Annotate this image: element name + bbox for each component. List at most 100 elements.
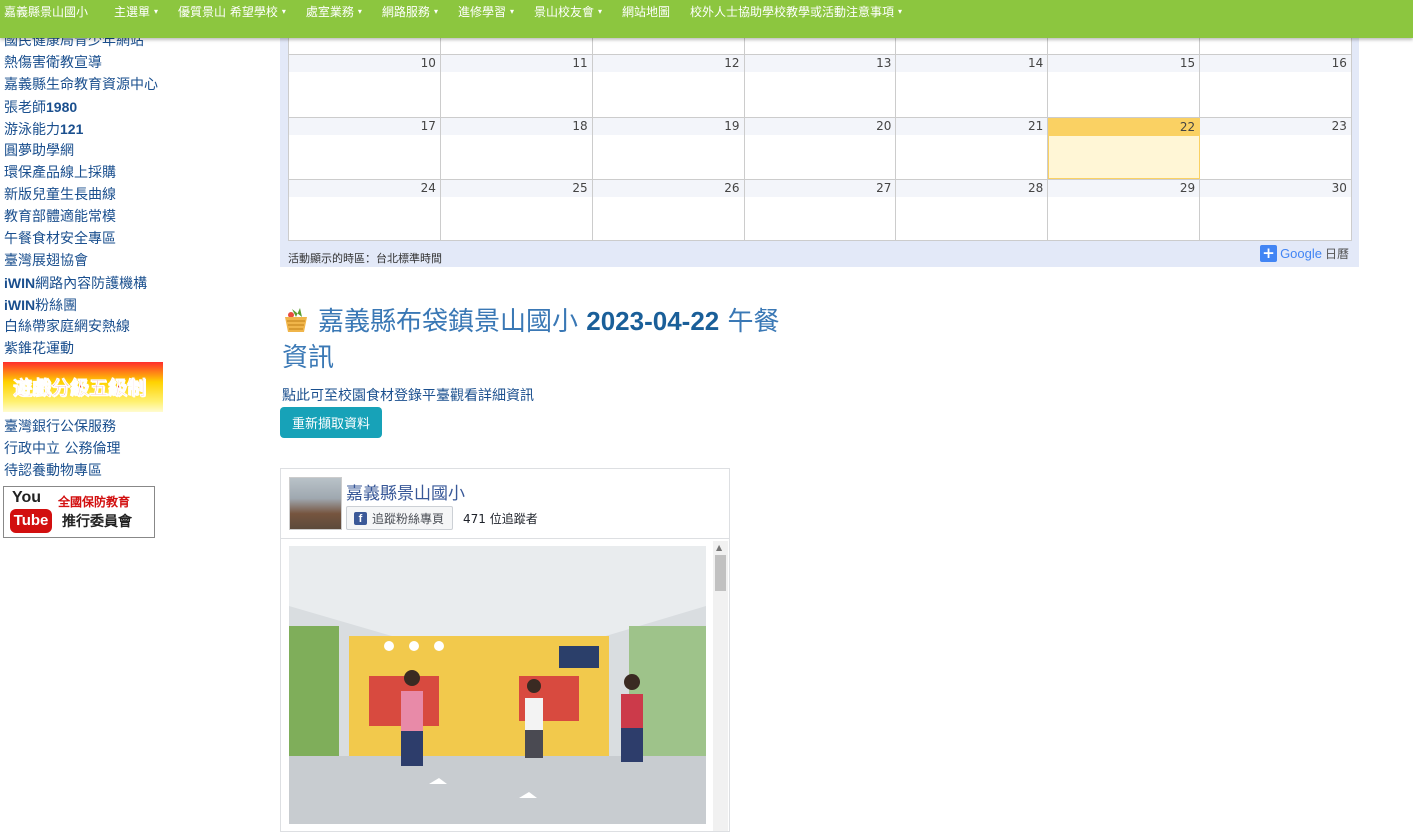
calendar-day-number: 15 xyxy=(1048,55,1200,72)
sidebar-link[interactable]: 紫錐花運動 xyxy=(0,338,270,360)
calendar-day[interactable]: 17 xyxy=(289,118,441,179)
game-rating-banner-text: 遊戲分級五級制 xyxy=(13,377,147,400)
sidebar-link[interactable]: iWIN網路內容防護機構 xyxy=(0,272,270,294)
nav-item-3[interactable]: 網路服務 ▾ xyxy=(372,0,448,24)
sidebar-link-number: 121 xyxy=(60,121,84,137)
google-calendar-button[interactable]: + Google 日曆 xyxy=(1260,245,1349,262)
calendar-timezone-note: 活動顯示的時區：台北標準時間 xyxy=(288,252,442,265)
sidebar-link[interactable]: 臺灣銀行公保服務 xyxy=(0,416,270,438)
sidebar-link-prefix: iWIN xyxy=(4,297,36,313)
top-navbar: 嘉義縣景山國小 主選單 ▾ 優質景山 希望學校 ▾ 處室業務 ▾ 網路服務 ▾ 進修學習 ▾ 景山校… xyxy=(0,0,1413,38)
calendar-day-number: 11 xyxy=(440,55,592,72)
calendar-day[interactable]: 25 xyxy=(440,180,593,240)
calendar-day[interactable]: 14 xyxy=(896,55,1049,117)
refresh-data-button[interactable]: 重新擷取資料 xyxy=(280,407,382,438)
nav-item-label: 景山校友會 xyxy=(533,4,594,19)
calendar-day-number: 25 xyxy=(440,180,592,197)
calendar-day-number: 21 xyxy=(896,118,1048,135)
calendar-day[interactable]: 26 xyxy=(592,180,745,240)
calendar-day-number: 12 xyxy=(592,55,744,72)
facebook-icon: f xyxy=(354,511,367,525)
sidebar-link[interactable]: 臺灣展翅協會 xyxy=(0,250,270,272)
calendar-day[interactable]: 11 xyxy=(440,55,593,117)
calendar-day[interactable]: 10 xyxy=(289,55,441,117)
scroll-up-icon[interactable]: ▲ xyxy=(716,543,722,552)
calendar-day[interactable]: 24 xyxy=(289,180,441,240)
nav-item-0[interactable]: 主選單 ▾ xyxy=(104,0,168,24)
chevron-down-icon: ▾ xyxy=(433,7,438,17)
sidebar-link-label: 圓夢助學網 xyxy=(4,143,74,159)
sidebar-link-label: 環保產品線上採購 xyxy=(4,165,116,181)
facebook-post-photo[interactable] xyxy=(289,546,706,824)
nav-menu: 主選單 ▾ 優質景山 希望學校 ▾ 處室業務 ▾ 網路服務 ▾ 進修學習 ▾ 景山校友會 ▾ 網站地圖校… xyxy=(104,5,912,32)
sidebar-link[interactable]: 教育部體適能常模 xyxy=(0,206,270,228)
sidebar-link[interactable]: 環保產品線上採購 xyxy=(0,162,270,184)
sidebar-link-prefix: iWIN xyxy=(4,275,36,291)
food-platform-link[interactable]: 點此可至校園食材登錄平臺觀看詳細資訊 xyxy=(282,385,534,405)
youtube-banner[interactable]: You Tube 全國保防教育 推行委員會 xyxy=(3,486,155,538)
calendar-day[interactable]: 23 xyxy=(1200,118,1352,179)
sidebar-link[interactable]: 張老師1980 xyxy=(0,96,270,118)
sidebar-link[interactable]: iWIN粉絲團 xyxy=(0,294,270,316)
calendar-day[interactable]: 30 xyxy=(1200,180,1352,240)
facebook-page-widget: 嘉義縣景山國小 f 追蹤粉絲專頁 471 位追蹤者 ▲ xyxy=(280,468,730,832)
calendar-day-number: 26 xyxy=(592,180,744,197)
nav-item-1[interactable]: 優質景山 希望學校 ▾ xyxy=(168,0,296,24)
site-brand[interactable]: 嘉義縣景山國小 xyxy=(4,0,104,24)
sidebar-link-label: 游泳能力 xyxy=(4,122,60,138)
calendar-day-number: 22 xyxy=(1049,119,1200,136)
basket-icon xyxy=(285,308,307,332)
follow-page-button[interactable]: f 追蹤粉絲專頁 xyxy=(346,506,454,530)
calendar-week-row: 10 11 12 13 14 15 16 xyxy=(289,55,1352,118)
calendar-week-row: 24 25 26 27 28 29 30 xyxy=(289,180,1352,241)
calendar-day-number: 18 xyxy=(440,118,592,135)
calendar-day[interactable]: 21 xyxy=(896,118,1049,179)
calendar-day[interactable]: 13 xyxy=(744,55,897,117)
game-rating-banner[interactable]: 遊戲分級五級制 xyxy=(3,362,163,412)
sidebar-links: 國民健康局青少年網站 熱傷害衛教宣導 嘉義縣生命教育資源中心 張老師1980 游泳能力1… xyxy=(0,30,270,360)
sidebar: 國民健康局青少年網站 熱傷害衛教宣導 嘉義縣生命教育資源中心 張老師1980 游泳能力1… xyxy=(0,30,270,538)
scrollbar-thumb[interactable] xyxy=(715,555,726,591)
sidebar-link[interactable]: 熱傷害衛教宣導 xyxy=(0,52,270,74)
calendar-day-number: 29 xyxy=(1048,180,1200,197)
calendar-day[interactable]: 27 xyxy=(744,180,897,240)
sidebar-link[interactable]: 嘉義縣生命教育資源中心 xyxy=(0,74,270,96)
calendar-day-number: 13 xyxy=(744,55,896,72)
nav-item-4[interactable]: 進修學習 ▾ xyxy=(448,0,524,24)
calendar-day[interactable]: 28 xyxy=(896,180,1049,240)
calendar-day[interactable]: 12 xyxy=(592,55,745,117)
nav-item-label: 網站地圖 xyxy=(622,4,671,19)
calendar-day[interactable]: 19 xyxy=(592,118,745,179)
sidebar-link-label: 臺灣銀行公保服務 xyxy=(4,419,116,435)
calendar-day[interactable]: 20 xyxy=(744,118,897,179)
sidebar-link-number: 1980 xyxy=(46,99,78,115)
nav-item-7[interactable]: 校外人士協助學校教學或活動注意事項 ▾ xyxy=(680,0,912,24)
chevron-down-icon: ▾ xyxy=(509,7,514,17)
sidebar-link[interactable]: 行政中立 公務倫理 xyxy=(0,438,270,460)
youtube-banner-line1: 全國保防教育 xyxy=(58,495,131,509)
calendar-day[interactable]: 29 xyxy=(1048,180,1201,240)
calendar-day-number: 20 xyxy=(744,118,896,135)
chevron-down-icon: ▾ xyxy=(357,7,362,17)
sidebar-link[interactable]: 游泳能力121 xyxy=(0,118,270,140)
nav-item-5[interactable]: 景山校友會 ▾ xyxy=(524,0,612,24)
calendar-day[interactable]: 16 xyxy=(1200,55,1352,117)
sidebar-link[interactable]: 待認養動物專區 xyxy=(0,460,270,482)
calendar-day[interactable]: 18 xyxy=(440,118,593,179)
sidebar-link[interactable]: 新版兒童生長曲線 xyxy=(0,184,270,206)
calendar-day[interactable]: 15 xyxy=(1048,55,1201,117)
calendar-day-today[interactable]: 22 xyxy=(1048,118,1201,179)
widget-scrollbar[interactable]: ▲ xyxy=(713,541,728,831)
sidebar-link[interactable]: 白絲帶家庭網安熱線 xyxy=(0,316,270,338)
nav-item-2[interactable]: 處室業務 ▾ xyxy=(296,0,372,24)
sidebar-link[interactable]: 圓夢助學網 xyxy=(0,140,270,162)
nav-item-label: 主選單 xyxy=(114,4,151,19)
facebook-page-avatar[interactable] xyxy=(289,477,342,530)
nav-item-6[interactable]: 網站地圖 xyxy=(612,0,680,24)
calendar-day-number: 14 xyxy=(896,55,1048,72)
sidebar-link[interactable]: 午餐食材安全專區 xyxy=(0,228,270,250)
calendar-day-number: 10 xyxy=(289,55,440,72)
sidebar-link-label: 行政中立 公務倫理 xyxy=(4,441,121,457)
sidebar-links-2: 臺灣銀行公保服務 行政中立 公務倫理待認養動物專區 xyxy=(0,416,270,482)
facebook-page-name[interactable]: 嘉義縣景山國小 xyxy=(346,479,465,504)
